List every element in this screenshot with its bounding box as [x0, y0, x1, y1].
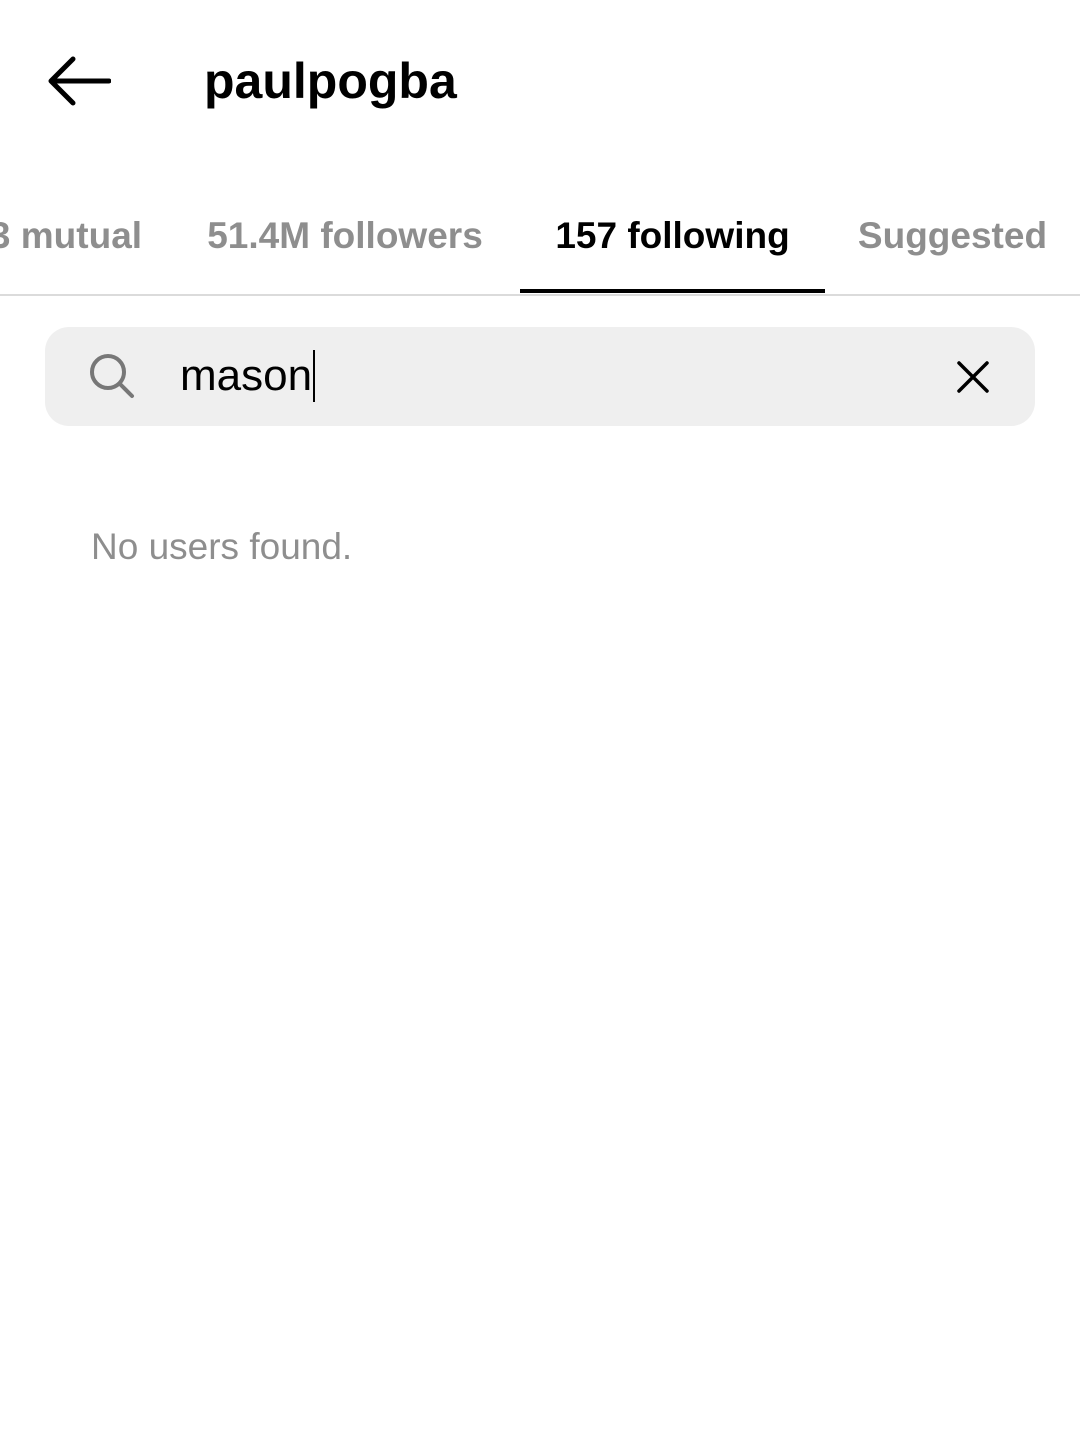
tab-followers[interactable]: 51.4M followers [190, 180, 500, 292]
clear-search-button[interactable] [945, 349, 1001, 405]
tab-suggested[interactable]: Suggested [845, 180, 1060, 292]
tab-mutual[interactable]: 3 mutual [0, 180, 146, 292]
top-bar: paulpogba [0, 0, 1080, 160]
no-results-message: No users found. [91, 526, 353, 567]
back-button[interactable] [38, 48, 118, 114]
close-icon [957, 361, 989, 393]
search-input[interactable]: mason [180, 345, 316, 407]
text-cursor [313, 350, 316, 402]
search-bar[interactable]: mason [45, 327, 1035, 426]
tab-following[interactable]: 157 following [520, 180, 825, 292]
search-icon [90, 354, 134, 398]
tab-bar: 3 mutual 51.4M followers 157 following S… [0, 180, 1080, 296]
search-input-value: mason [180, 351, 313, 400]
active-tab-indicator [520, 289, 825, 293]
page-title: paulpogba [204, 53, 457, 109]
arrow-left-icon [48, 56, 111, 106]
